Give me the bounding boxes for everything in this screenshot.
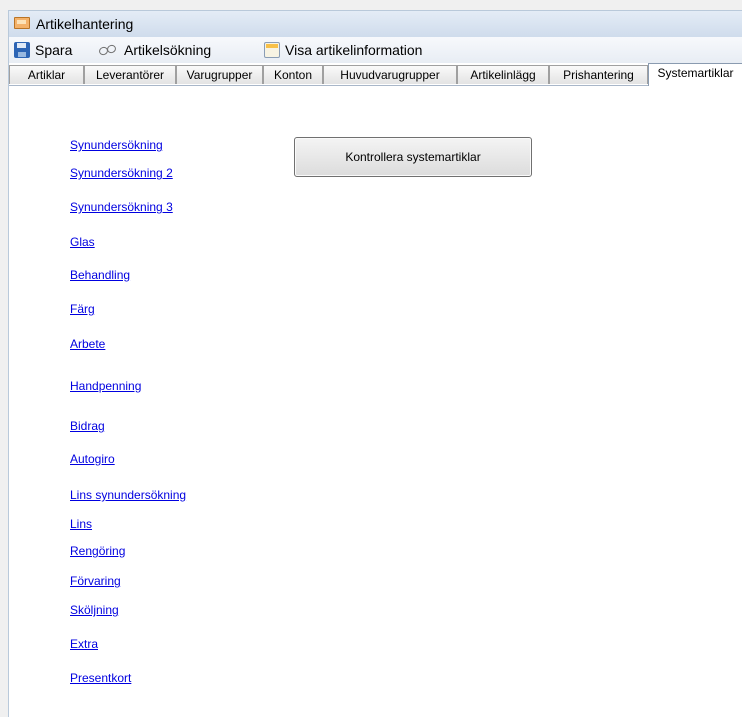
tab-varugrupper[interactable]: Varugrupper <box>176 65 263 84</box>
link-synundersokning[interactable]: Synundersökning <box>70 138 163 152</box>
link-lins-synundersokning[interactable]: Lins synundersökning <box>70 488 186 502</box>
link-behandling[interactable]: Behandling <box>70 268 130 282</box>
save-label: Spara <box>35 42 73 58</box>
article-search-button[interactable]: Artikelsökning <box>99 41 211 59</box>
window-title: Artikelhantering <box>36 16 134 32</box>
link-presentkort[interactable]: Presentkort <box>70 671 131 685</box>
link-synundersokning-3[interactable]: Synundersökning 3 <box>70 200 173 214</box>
link-synundersokning-2[interactable]: Synundersökning 2 <box>70 166 173 180</box>
check-system-articles-button[interactable]: Kontrollera systemartiklar <box>294 137 532 177</box>
link-glas[interactable]: Glas <box>70 235 95 249</box>
link-lins[interactable]: Lins <box>70 517 92 531</box>
tab-huvudvarugrupper[interactable]: Huvudvarugrupper <box>323 65 457 84</box>
main-window: Artikelhantering Spara Artikelsökning Vi… <box>8 10 742 717</box>
tab-prishantering[interactable]: Prishantering <box>549 65 648 84</box>
tab-artiklar[interactable]: Artiklar <box>9 65 84 84</box>
link-arbete[interactable]: Arbete <box>70 337 105 351</box>
link-bidrag[interactable]: Bidrag <box>70 419 105 433</box>
toolbar: Spara Artikelsökning Visa artikelinforma… <box>9 37 742 63</box>
link-rengoring[interactable]: Rengöring <box>70 544 125 558</box>
show-article-info-button[interactable]: Visa artikelinformation <box>264 41 422 59</box>
tab-leverantorer[interactable]: Leverantörer <box>84 65 176 84</box>
link-extra[interactable]: Extra <box>70 637 98 651</box>
link-farg[interactable]: Färg <box>70 302 95 316</box>
tab-artikelinlagg[interactable]: Artikelinlägg <box>457 65 549 84</box>
article-info-icon <box>264 42 280 58</box>
show-article-info-label: Visa artikelinformation <box>285 42 423 58</box>
article-search-label: Artikelsökning <box>124 42 212 58</box>
link-autogiro[interactable]: Autogiro <box>70 452 115 466</box>
link-forvaring[interactable]: Förvaring <box>70 574 121 588</box>
link-handpenning[interactable]: Handpenning <box>70 379 141 393</box>
systemartiklar-panel: Synundersökning Synundersökning 2 Synund… <box>9 86 742 717</box>
title-bar: Artikelhantering <box>9 11 742 38</box>
tab-systemartiklar[interactable]: Systemartiklar <box>648 63 742 86</box>
glasses-icon <box>99 44 119 56</box>
tab-bar: Artiklar Leverantörer Varugrupper Konton… <box>9 63 742 86</box>
app-folder-icon <box>14 17 30 29</box>
save-icon <box>14 42 30 58</box>
tab-konton[interactable]: Konton <box>263 65 323 84</box>
save-button[interactable]: Spara <box>14 41 72 59</box>
link-skoljning[interactable]: Sköljning <box>70 603 119 617</box>
